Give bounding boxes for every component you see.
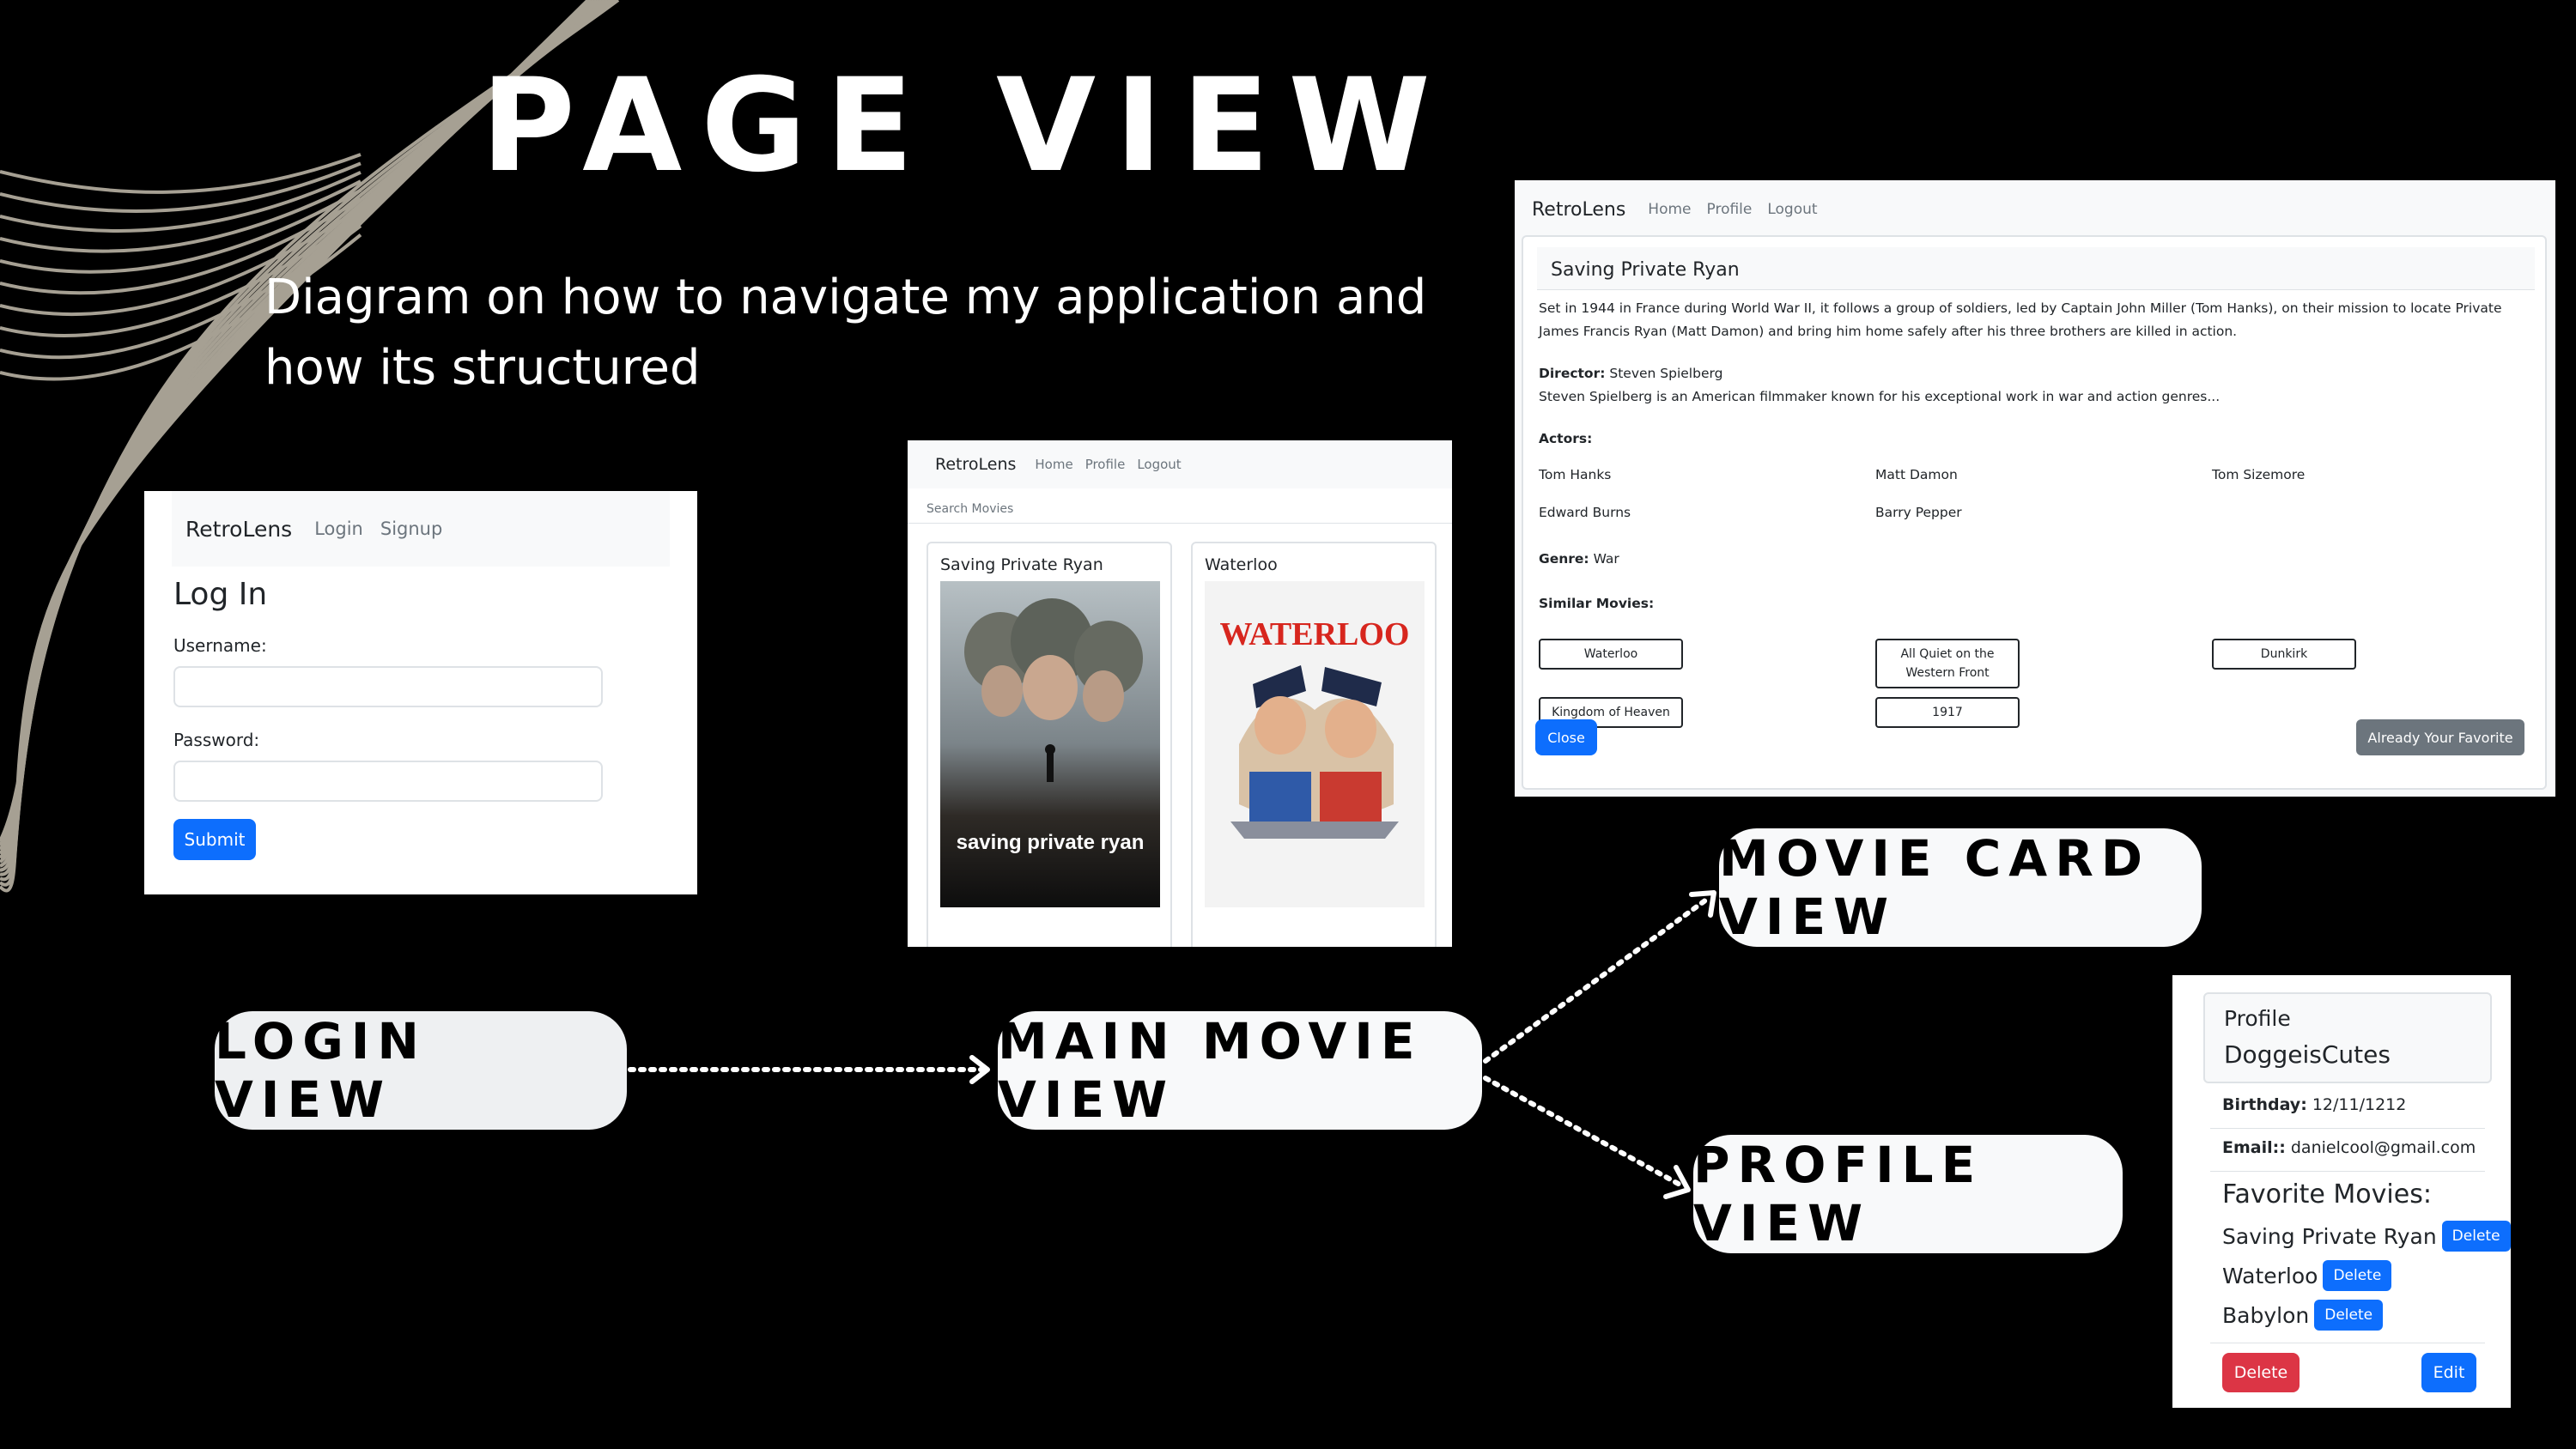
login-view-label: LOGIN VIEW (215, 1011, 627, 1130)
movie-card-view-label: MOVIE CARD VIEW (1719, 828, 2202, 947)
navigation-arrows (628, 890, 1716, 1199)
arrow-main-to-profile (1483, 1076, 1686, 1189)
arrow-main-to-card (1483, 895, 1711, 1064)
main-movie-view-label: MAIN MOVIE VIEW (998, 1011, 1482, 1130)
profile-view-label: PROFILE VIEW (1693, 1135, 2123, 1253)
